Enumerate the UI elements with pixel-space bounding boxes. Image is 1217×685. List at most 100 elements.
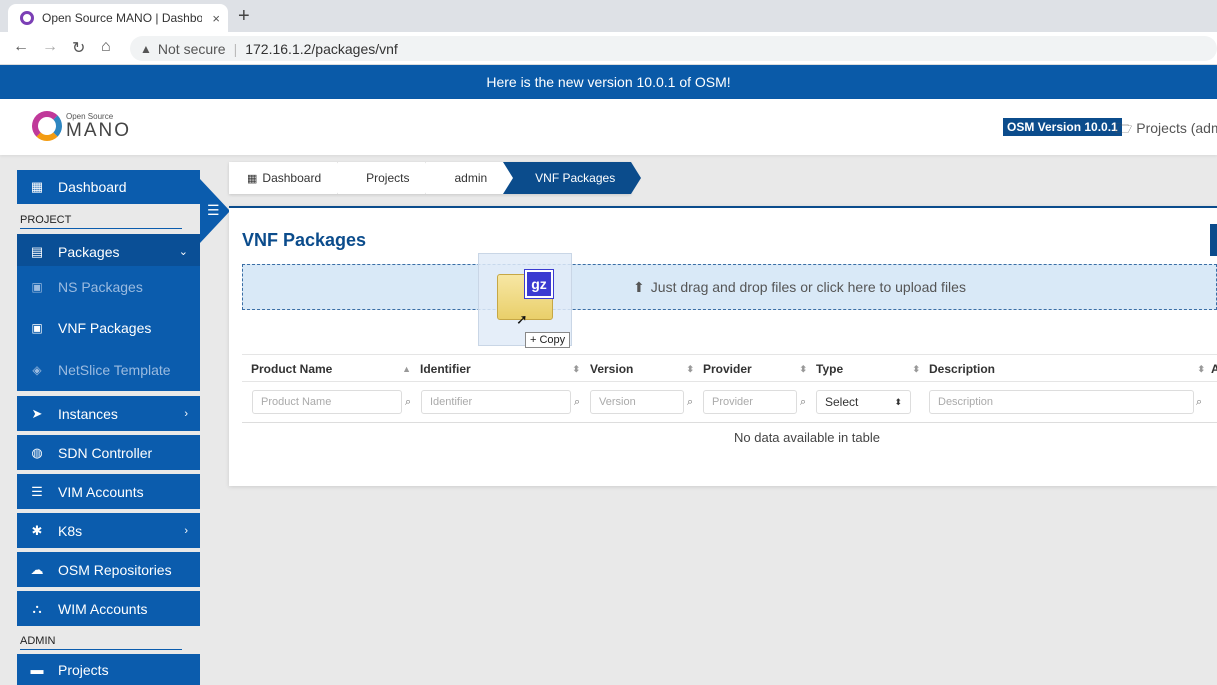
mouse-cursor-icon: ➚ xyxy=(516,311,528,327)
dashboard-icon: ▦ xyxy=(30,179,44,194)
sidebar-item-packages[interactable]: ▤ Packages ⌄ xyxy=(17,234,200,269)
column-provider[interactable]: Provider ⬍ xyxy=(703,355,807,383)
select-value: Select xyxy=(825,395,859,409)
forward-icon[interactable]: → xyxy=(42,38,58,56)
filter-placeholder: Identifier xyxy=(430,396,473,408)
sidebar-label: Packages xyxy=(58,243,120,260)
gz-badge: gz xyxy=(524,269,554,299)
sidebar-label: WIM Accounts xyxy=(58,600,148,617)
sidebar-label: NS Packages xyxy=(58,278,143,295)
filter-placeholder: Description xyxy=(938,396,994,408)
search-icon[interactable]: ⌕ xyxy=(405,396,411,409)
sidebar-item-dashboard[interactable]: ▦ Dashboard xyxy=(17,170,200,204)
copy-tooltip: + Copy xyxy=(525,332,571,348)
sidebar-item-osm-repositories[interactable]: ☁ OSM Repositories xyxy=(17,552,200,587)
column-label: Provider xyxy=(703,362,752,376)
section-admin: ADMIN xyxy=(20,635,182,650)
close-tab-icon[interactable]: × xyxy=(212,11,220,26)
upload-dropzone[interactable]: ⬆ Just drag and drop files or click here… xyxy=(242,264,1217,310)
version-banner: Here is the new version 10.0.1 of OSM! xyxy=(0,65,1217,99)
select-caret-icon: ⬍ xyxy=(894,396,902,407)
filter-divider xyxy=(242,422,1217,423)
sidebar-item-wim-accounts[interactable]: ⛬ WIM Accounts xyxy=(17,591,200,626)
dashboard-icon: ▦ xyxy=(247,172,258,185)
column-product-name[interactable]: Product Name ▲ xyxy=(251,355,411,383)
warning-icon: ▲ xyxy=(140,41,152,56)
packages-icon: ▤ xyxy=(30,243,44,259)
cloud-download-icon: ☁ xyxy=(30,561,44,577)
sort-icon: ⬍ xyxy=(572,363,580,374)
url-separator: | xyxy=(233,40,238,57)
filter-provider[interactable]: Provider xyxy=(703,390,797,414)
breadcrumb-vnf-packages[interactable]: VNF Packages xyxy=(503,162,642,194)
sidebar-item-sdn-controller[interactable]: ◍ SDN Controller xyxy=(17,435,200,470)
new-tab-icon[interactable]: + xyxy=(238,5,250,28)
reload-icon[interactable]: ↻ xyxy=(72,38,85,58)
folder-icon: ▬ xyxy=(30,662,44,677)
url-input[interactable]: ▲ Not secure | 172.16.1.2/packages/vnf xyxy=(130,36,1217,61)
filter-placeholder: Version xyxy=(599,396,636,408)
upload-icon: ⬆ xyxy=(633,278,645,295)
column-type[interactable]: Type ⬍ xyxy=(816,355,920,383)
layers-icon: ◈ xyxy=(32,362,42,377)
breadcrumb-dashboard[interactable]: ▦ Dashboard xyxy=(229,162,348,194)
column-description[interactable]: Description ⬍ xyxy=(929,355,1205,383)
search-icon[interactable]: ⌕ xyxy=(800,396,806,409)
server-icon: ☰ xyxy=(31,483,43,499)
sidebar-label: K8s xyxy=(58,522,83,539)
asterisk-icon: ✱ xyxy=(31,522,43,538)
sidebar-label: Instances xyxy=(58,405,118,422)
column-label: Type xyxy=(816,362,844,376)
chevron-right-icon: › xyxy=(184,407,188,420)
search-icon[interactable]: ⌕ xyxy=(1196,396,1202,409)
menu-toggle-icon[interactable]: ☰ xyxy=(207,202,220,219)
sidebar-label: VNF Packages xyxy=(58,319,152,336)
home-icon[interactable]: ⌂ xyxy=(101,38,111,56)
sidebar-label: OSM Repositories xyxy=(58,561,172,578)
folder-open-icon: 🗁 xyxy=(1115,120,1133,136)
vnf-packages-card: VNF Packages ⬆ Just drag and drop files … xyxy=(229,206,1217,486)
empty-table-message: No data available in table xyxy=(734,430,880,445)
sidebar-label: Projects xyxy=(58,661,109,678)
filter-description[interactable]: Description xyxy=(929,390,1194,414)
sidebar-item-projects[interactable]: ▬ Projects xyxy=(17,654,200,685)
browser-tabbar: Open Source MANO | Dashboard × + xyxy=(0,0,1217,32)
tab-title: Open Source MANO | Dashboard xyxy=(42,11,202,25)
column-label: Product Name xyxy=(251,362,333,376)
paper-plane-icon: ➤ xyxy=(31,405,43,421)
filter-version[interactable]: Version xyxy=(590,390,684,414)
column-version[interactable]: Version ⬍ xyxy=(590,355,694,383)
projects-dropdown[interactable]: 🗁 Projects (admin) xyxy=(1115,118,1217,142)
column-identifier[interactable]: Identifier ⬍ xyxy=(420,355,580,383)
back-icon[interactable]: ← xyxy=(13,38,29,56)
sidebar-item-ns-packages[interactable]: ▣ NS Packages xyxy=(17,266,200,307)
filter-identifier[interactable]: Identifier xyxy=(421,390,571,414)
sidebar-label: Dashboard xyxy=(58,179,127,195)
breadcrumb-admin[interactable]: admin xyxy=(425,162,513,194)
sidebar-item-instances[interactable]: ➤ Instances › xyxy=(17,396,200,431)
action-button[interactable] xyxy=(1210,224,1217,256)
filter-placeholder: Provider xyxy=(712,396,753,408)
column-actions[interactable]: A xyxy=(1211,355,1217,383)
section-project: PROJECT xyxy=(20,214,182,229)
chevron-down-icon: ⌄ xyxy=(178,246,188,258)
url-text: 172.16.1.2/packages/vnf xyxy=(245,40,398,57)
breadcrumb-projects[interactable]: Projects xyxy=(337,162,436,194)
sidebar-item-netslice-template[interactable]: ◈ NetSlice Template xyxy=(17,348,200,391)
projects-label: Projects (admin) xyxy=(1136,120,1217,136)
search-icon[interactable]: ⌕ xyxy=(687,396,693,409)
sort-icon: ⬍ xyxy=(686,363,694,374)
breadcrumb-label: VNF Packages xyxy=(535,171,616,185)
chevron-right-icon: › xyxy=(184,524,188,537)
version-badge: OSM Version 10.0.1 xyxy=(1003,118,1122,136)
boxes-icon: ▣ xyxy=(31,279,43,294)
sidebar-item-vnf-packages[interactable]: ▣ VNF Packages xyxy=(17,307,200,348)
filter-product-name[interactable]: Product Name xyxy=(252,390,402,414)
sidebar-item-k8s[interactable]: ✱ K8s › xyxy=(17,513,200,548)
filter-type-select[interactable]: Select ⬍ xyxy=(816,390,911,414)
sidebar-item-vim-accounts[interactable]: ☰ VIM Accounts xyxy=(17,474,200,509)
search-icon[interactable]: ⌕ xyxy=(574,396,580,409)
breadcrumb: ▦ Dashboard Projects admin VNF Packages xyxy=(229,162,642,194)
osm-logo[interactable]: Open Source MANO xyxy=(32,111,131,141)
browser-tab[interactable]: Open Source MANO | Dashboard × xyxy=(8,4,228,32)
